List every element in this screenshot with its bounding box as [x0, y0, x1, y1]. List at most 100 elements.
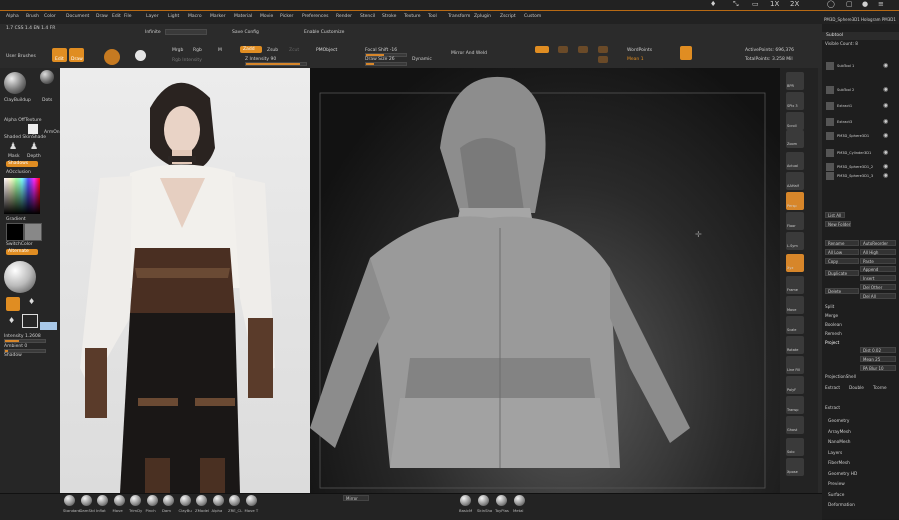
menu-file[interactable]: File	[124, 14, 132, 19]
menu-alpha[interactable]: Alpha	[6, 14, 19, 19]
shelf-button-polyf[interactable]: PolyF	[786, 376, 804, 394]
menu-transform[interactable]: Transform	[448, 14, 470, 19]
tray-menu-geometry[interactable]: Geometry	[828, 419, 849, 424]
main-color-swatch[interactable]	[6, 223, 24, 241]
shelf-button-bpr[interactable]: BPR	[786, 72, 804, 90]
light-icon[interactable]: ♦	[28, 297, 35, 306]
word-points-button[interactable]: WordPoints	[627, 48, 652, 53]
m-button[interactable]: M	[218, 48, 222, 53]
brush-slot[interactable]	[212, 495, 224, 506]
brush-slot[interactable]	[229, 495, 240, 506]
bulb-icon[interactable]: ◯	[827, 0, 835, 8]
switch-color-button[interactable]: SwitchColor	[6, 242, 33, 247]
alternate-button[interactable]: Alternate	[6, 249, 38, 255]
split-menu[interactable]: Split	[825, 304, 834, 309]
zsub-button[interactable]: Zsub	[267, 48, 278, 53]
light-bulb-icon[interactable]	[6, 297, 20, 311]
menu-stencil[interactable]: Stencil	[360, 14, 375, 19]
draw-button[interactable]: Draw	[69, 48, 84, 62]
subtool-item[interactable]: SubTool 2 ◉	[825, 86, 895, 96]
shelf-button-ghost[interactable]: Ghost	[786, 416, 804, 434]
visibility-eye-icon[interactable]: ◉	[883, 86, 888, 93]
shelf-button-spix-3[interactable]: SPix 3	[786, 92, 804, 110]
texture-swatch[interactable]	[28, 124, 38, 134]
subtool-item[interactable]: Extract1 ◉	[825, 102, 895, 112]
light-position-icon[interactable]	[22, 314, 38, 328]
mirror-button[interactable]: Mirror	[343, 495, 369, 501]
tray-menu-preview[interactable]: Preview	[828, 482, 845, 487]
sphere-icon[interactable]	[135, 50, 146, 61]
menu-macro[interactable]: Macro	[188, 14, 202, 19]
tray-menu-deformation[interactable]: Deformation	[828, 503, 855, 508]
shelf-button-frame[interactable]: Frame	[786, 276, 804, 294]
menu-picker[interactable]: Picker	[280, 14, 293, 19]
copy-button[interactable]: Copy	[825, 258, 859, 264]
subtool-item[interactable]: SubTool 1 ◉	[825, 62, 895, 72]
shelf-button-l-sym[interactable]: L.Sym	[786, 232, 804, 250]
shelf-button-transp[interactable]: Transp	[786, 396, 804, 414]
visibility-eye-icon[interactable]: ◉	[883, 163, 888, 170]
tray-menu-geometry-hd[interactable]: Geometry HD	[828, 472, 857, 477]
zoom-2x-button[interactable]: 2X	[790, 0, 799, 8]
subtool-item[interactable]: PM3D_Cylinder3D1 ◉	[825, 149, 895, 159]
list-all-button[interactable]: List All	[825, 212, 845, 218]
square-icon[interactable]: ▢	[846, 0, 853, 8]
pmobject-button[interactable]: PMObject	[316, 48, 337, 53]
menu-zscript[interactable]: Zscript	[500, 14, 516, 19]
menu-document[interactable]: Document	[66, 14, 89, 19]
delete-button[interactable]: Delete	[825, 288, 859, 294]
extract-option[interactable]: Tcorne	[873, 385, 887, 390]
dynamic-button[interactable]: Dynamic	[412, 57, 432, 62]
shelf-button-line-fill[interactable]: Line Fill	[786, 356, 804, 374]
zcut-button[interactable]: Zcut	[289, 48, 299, 53]
zadd-button[interactable]: Zadd	[240, 46, 262, 53]
all-high-button[interactable]: All High	[860, 249, 896, 255]
brush-thumbnail[interactable]	[4, 72, 26, 94]
paste-button[interactable]: Paste	[860, 258, 896, 264]
all-low-button[interactable]: All Low	[825, 249, 859, 255]
brush-slot[interactable]	[146, 495, 158, 506]
tray-menu-fibermesh[interactable]: FiberMesh	[828, 461, 850, 466]
tray-menu-nanomesh[interactable]: NanoMesh	[828, 440, 851, 445]
menu-movie[interactable]: Movie	[260, 14, 273, 19]
menu-render[interactable]: Render	[336, 14, 352, 19]
merge-menu[interactable]: Merge	[825, 313, 838, 318]
brush-slot[interactable]	[130, 495, 141, 506]
brush-slot[interactable]	[196, 495, 207, 506]
shelf-button-floor[interactable]: Floor	[786, 212, 804, 230]
infinite-slider[interactable]	[165, 29, 207, 35]
extract-option[interactable]: Double	[849, 385, 864, 390]
brush-slot[interactable]	[245, 495, 257, 506]
material-sphere[interactable]	[4, 261, 36, 293]
material-slot[interactable]	[496, 495, 507, 506]
mrgb-button[interactable]: Mrgb	[172, 48, 183, 53]
sym-r-button[interactable]	[598, 46, 608, 53]
visibility-eye-icon[interactable]: ◉	[883, 118, 888, 125]
tray-menu-arraymesh[interactable]: ArrayMesh	[828, 430, 851, 435]
material-slot[interactable]	[460, 495, 471, 506]
save-config-button[interactable]: Save Config	[232, 30, 259, 35]
brush-slot[interactable]	[163, 495, 174, 506]
rgb-button[interactable]: Rgb	[193, 48, 202, 53]
tray-menu-layers[interactable]: Layers	[828, 451, 842, 456]
visibility-eye-icon[interactable]: ◉	[883, 149, 888, 156]
brush-slot[interactable]	[64, 495, 75, 506]
zoom-1x-button[interactable]: 1X	[770, 0, 779, 8]
project-menu[interactable]: Project	[825, 340, 839, 345]
visibility-eye-icon[interactable]: ◉	[883, 102, 888, 109]
del-all-button[interactable]: Del All	[860, 293, 896, 299]
edit-button[interactable]: Edit	[52, 48, 67, 62]
brush-slot[interactable]	[113, 495, 125, 506]
shelf-button-solo[interactable]: Solo	[786, 438, 804, 456]
menu-light[interactable]: Light	[168, 14, 179, 19]
subtool-item[interactable]: Extract3 ◉	[825, 118, 895, 128]
mirror-and-weld-button[interactable]: Mirror And Weld	[451, 51, 487, 56]
color-picker[interactable]	[4, 178, 40, 214]
remesh-menu[interactable]: Remesh	[825, 331, 842, 336]
menu-layer[interactable]: Layer	[146, 14, 159, 19]
canvas[interactable]: ✛	[60, 68, 780, 493]
extract-button[interactable]: Extract	[825, 405, 840, 410]
secondary-color-swatch[interactable]	[24, 223, 42, 241]
window-icon[interactable]: ▭	[752, 0, 759, 8]
gizmo-icon[interactable]	[104, 49, 120, 65]
